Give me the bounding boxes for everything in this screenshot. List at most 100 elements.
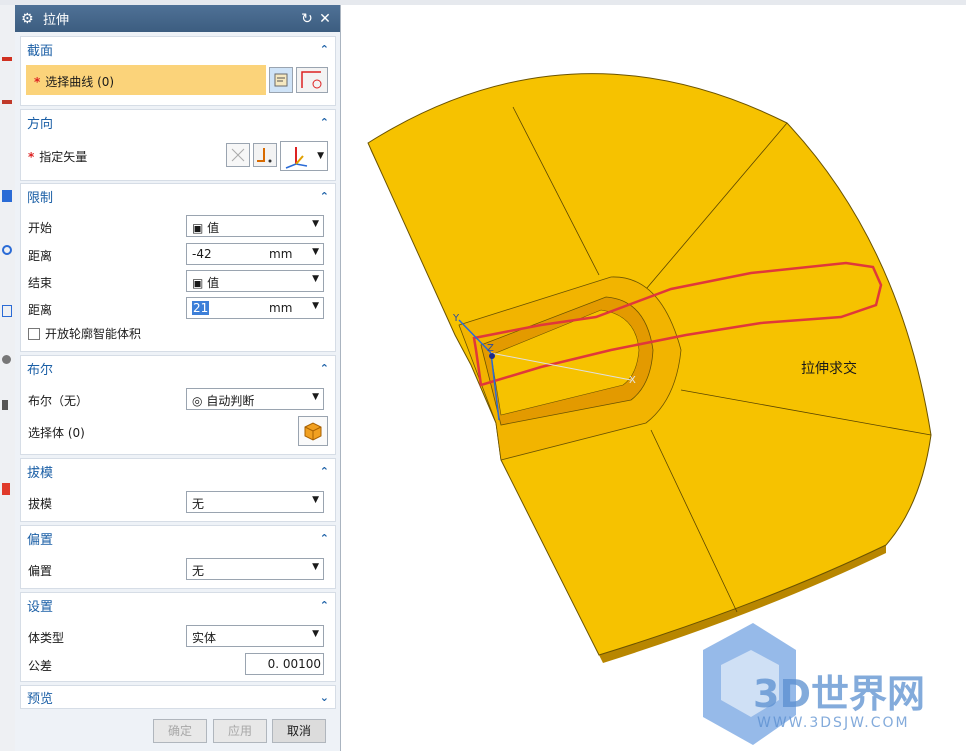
draft-panel: 拔模 ⌃ 拔模 无 ▼ bbox=[20, 458, 336, 522]
chevron-up-icon[interactable]: ⌃ bbox=[320, 190, 329, 203]
section-panel: 截面 ⌃ * 选择曲线 (0) bbox=[20, 36, 336, 106]
axis-y-label: Y bbox=[452, 313, 460, 324]
extrude-dialog: ⚙ 拉伸 ↻ ✕ 截面 ⌃ * 选择曲线 (0) 方向 ⌃ * 指定矢量 ▼ 限… bbox=[15, 5, 341, 751]
chevron-up-icon[interactable]: ⌃ bbox=[320, 43, 329, 56]
chevron-down-icon: ▼ bbox=[312, 392, 319, 402]
required-star-icon: * bbox=[28, 150, 35, 164]
open-profile-checkbox[interactable] bbox=[28, 327, 40, 340]
limits-header[interactable]: 限制 ⌃ bbox=[21, 184, 335, 208]
gear-icon[interactable]: ⚙ bbox=[21, 11, 39, 27]
axis-triad-icon bbox=[285, 147, 308, 169]
sketch-section-button[interactable] bbox=[269, 67, 293, 93]
boolean-title: 布尔 bbox=[27, 362, 54, 378]
distance1-label: 距离 bbox=[28, 249, 53, 263]
direction-header[interactable]: 方向 ⌃ bbox=[21, 110, 335, 134]
tolerance-input[interactable]: 0. 00100 bbox=[245, 653, 324, 675]
offset-header[interactable]: 偏置 ⌃ bbox=[21, 526, 335, 550]
resource-tab-icon[interactable] bbox=[2, 245, 12, 255]
boolean-header[interactable]: 布尔 ⌃ bbox=[21, 356, 335, 380]
chevron-down-icon: ▼ bbox=[312, 247, 319, 257]
end-label: 结束 bbox=[28, 276, 53, 290]
reset-icon[interactable]: ↻ bbox=[298, 11, 316, 27]
chevron-down-icon: ▼ bbox=[312, 495, 319, 505]
limits-title: 限制 bbox=[27, 190, 54, 206]
offset-row: 偏置 无 ▼ bbox=[21, 556, 335, 582]
draft-row: 拔模 无 ▼ bbox=[21, 489, 335, 515]
left-resource-bar bbox=[0, 5, 16, 751]
end-select[interactable]: ▣ 值 ▼ bbox=[186, 270, 324, 292]
direction-title: 方向 bbox=[27, 116, 54, 132]
watermark-logo: 3D世界网 WWW.3DSJW.COM bbox=[703, 623, 925, 745]
preview-panel: 预览 ⌄ bbox=[20, 685, 336, 709]
axis-z-label: Z bbox=[487, 343, 494, 354]
select-curve-row[interactable]: * 选择曲线 (0) bbox=[26, 65, 266, 95]
distance2-unit: mm bbox=[269, 301, 293, 315]
preview-header[interactable]: 预览 ⌄ bbox=[21, 686, 335, 708]
draft-value: 无 bbox=[192, 497, 205, 511]
close-icon[interactable]: ✕ bbox=[316, 11, 334, 27]
chevron-down-icon: ▼ bbox=[312, 301, 319, 311]
select-body-label: 选择体 (0) bbox=[28, 426, 85, 440]
distance1-input[interactable]: -42 mm ▼ bbox=[186, 243, 324, 265]
chevron-down-icon: ▼ bbox=[317, 151, 324, 161]
end-value: 值 bbox=[207, 276, 220, 290]
select-body-button[interactable] bbox=[298, 416, 328, 446]
start-select[interactable]: ▣ 值 ▼ bbox=[186, 215, 324, 237]
body-cube-icon bbox=[304, 422, 322, 441]
select-curve-label: 选择曲线 (0) bbox=[45, 75, 115, 89]
settings-header[interactable]: 设置 ⌃ bbox=[21, 593, 335, 617]
dialog-footer: 确定 应用 取消 bbox=[20, 713, 334, 745]
dialog-title: 拉伸 bbox=[43, 13, 70, 28]
chevron-up-icon[interactable]: ⌃ bbox=[320, 532, 329, 545]
distance1-unit: mm bbox=[269, 247, 293, 261]
draft-select[interactable]: 无 ▼ bbox=[186, 491, 324, 513]
chevron-up-icon[interactable]: ⌃ bbox=[320, 465, 329, 478]
body-type-row: 体类型 实体 ▼ bbox=[21, 623, 335, 649]
offset-label: 偏置 bbox=[28, 564, 53, 578]
section-header[interactable]: 截面 ⌃ bbox=[21, 37, 335, 61]
tolerance-value: 0. 00100 bbox=[267, 657, 321, 671]
resource-tab-icon[interactable] bbox=[2, 483, 10, 495]
watermark-url: WWW.3DSJW.COM bbox=[757, 715, 910, 731]
start-value: 值 bbox=[207, 221, 220, 235]
boolean-select[interactable]: ◎ 自动判断 ▼ bbox=[186, 388, 324, 410]
tolerance-label: 公差 bbox=[28, 659, 53, 673]
dialog-titlebar: ⚙ 拉伸 ↻ ✕ bbox=[15, 5, 340, 32]
vector-type-dropdown[interactable]: ▼ bbox=[280, 141, 328, 171]
auto-infer-icon: ◎ bbox=[192, 394, 203, 408]
ok-button[interactable]: 确定 bbox=[153, 719, 207, 743]
resource-tab-icon[interactable] bbox=[2, 190, 12, 202]
chevron-up-icon[interactable]: ⌃ bbox=[320, 599, 329, 612]
resource-tab-icon[interactable] bbox=[2, 305, 12, 317]
preview-title: 预览 bbox=[27, 691, 54, 707]
curve-icon bbox=[301, 71, 322, 89]
curve-button[interactable] bbox=[296, 67, 328, 93]
specify-vector-label: 指定矢量 bbox=[39, 150, 88, 164]
draft-title: 拔模 bbox=[27, 465, 54, 481]
open-profile-label: 开放轮廓智能体积 bbox=[45, 327, 142, 341]
draft-header[interactable]: 拔模 ⌃ bbox=[21, 459, 335, 483]
draft-label: 拔模 bbox=[28, 497, 53, 511]
resource-tab-icon[interactable] bbox=[2, 57, 12, 61]
chevron-up-icon[interactable]: ⌃ bbox=[320, 362, 329, 375]
model-canvas[interactable]: Y Z X 拉伸求交 3D世界网 WWW.3DSJW.COM bbox=[341, 5, 966, 751]
offset-select[interactable]: 无 ▼ bbox=[186, 558, 324, 580]
boolean-value: 自动判断 bbox=[206, 394, 255, 408]
chevron-up-icon[interactable]: ⌃ bbox=[320, 116, 329, 129]
vector-dialog-button[interactable] bbox=[253, 143, 277, 167]
body-type-select[interactable]: 实体 ▼ bbox=[186, 625, 324, 647]
cancel-button[interactable]: 取消 bbox=[272, 719, 326, 743]
chevron-down-icon[interactable]: ⌄ bbox=[320, 691, 329, 704]
distance2-row: 距离 21 mm ▼ bbox=[21, 295, 335, 321]
boolean-label: 布尔（无） bbox=[28, 394, 89, 408]
reverse-direction-button[interactable] bbox=[226, 143, 250, 167]
direction-panel: 方向 ⌃ * 指定矢量 ▼ bbox=[20, 109, 336, 181]
resource-tab-icon[interactable] bbox=[2, 355, 11, 364]
graphics-viewport[interactable]: Y Z X 拉伸求交 3D世界网 WWW.3DSJW.COM bbox=[341, 5, 966, 751]
resource-tab-icon[interactable] bbox=[2, 100, 12, 104]
resource-tab-icon[interactable] bbox=[2, 400, 8, 410]
chevron-down-icon: ▼ bbox=[312, 629, 319, 639]
annotation-text: 拉伸求交 bbox=[801, 360, 857, 377]
apply-button[interactable]: 应用 bbox=[213, 719, 267, 743]
distance2-input[interactable]: 21 mm ▼ bbox=[186, 297, 324, 319]
